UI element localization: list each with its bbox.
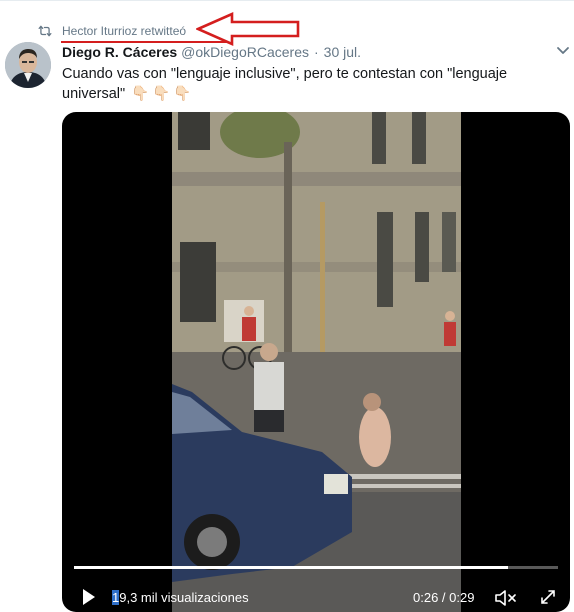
avatar[interactable] [5,42,51,88]
retweet-context[interactable]: Hector Iturrioz retwitteó [38,22,186,40]
fullscreen-icon[interactable] [540,589,556,605]
retweet-text[interactable]: Hector Iturrioz retwitteó [62,24,186,38]
tweet-body: Cuando vas con "lenguaje inclusive", per… [62,66,508,102]
view-count-rest: 9,3 mil visualizaciones [119,590,249,605]
play-icon[interactable] [82,588,96,606]
video-time: 0:26 / 0:29 [413,590,474,605]
header-separator: · [314,44,319,60]
author-name[interactable]: Diego R. Cáceres [62,44,177,60]
video-frame [172,112,461,612]
video-player[interactable]: 19,3 mil visualizaciones 0:26 / 0:29 [62,112,570,612]
tweet-date[interactable]: 30 jul. [324,44,361,60]
view-count: 19,3 mil visualizaciones [112,590,249,605]
tweet-header: Diego R. Cáceres @okDiegoRCaceres · 30 j… [62,44,361,60]
video-controls: 19,3 mil visualizaciones 0:26 / 0:29 [74,586,558,610]
author-handle[interactable]: @okDiegoRCaceres [181,44,309,60]
video-progress-bar[interactable] [74,566,558,569]
avatar-portrait-icon [5,42,51,88]
video-progress-fill [74,566,509,569]
retweet-icon [38,25,52,37]
top-divider [0,0,574,1]
chevron-down-icon[interactable] [556,46,570,56]
tweet-text: Cuando vas con "lenguaje inclusive", per… [62,64,532,104]
time-separator: / [438,590,450,605]
annotation-arrow-icon [196,12,300,46]
time-total: 0:29 [449,590,475,605]
volume-muted-icon[interactable] [494,588,518,608]
time-elapsed: 0:26 [413,590,439,605]
pointing-down-emoji: 👇🏻👇🏻👇🏻 [131,86,195,102]
